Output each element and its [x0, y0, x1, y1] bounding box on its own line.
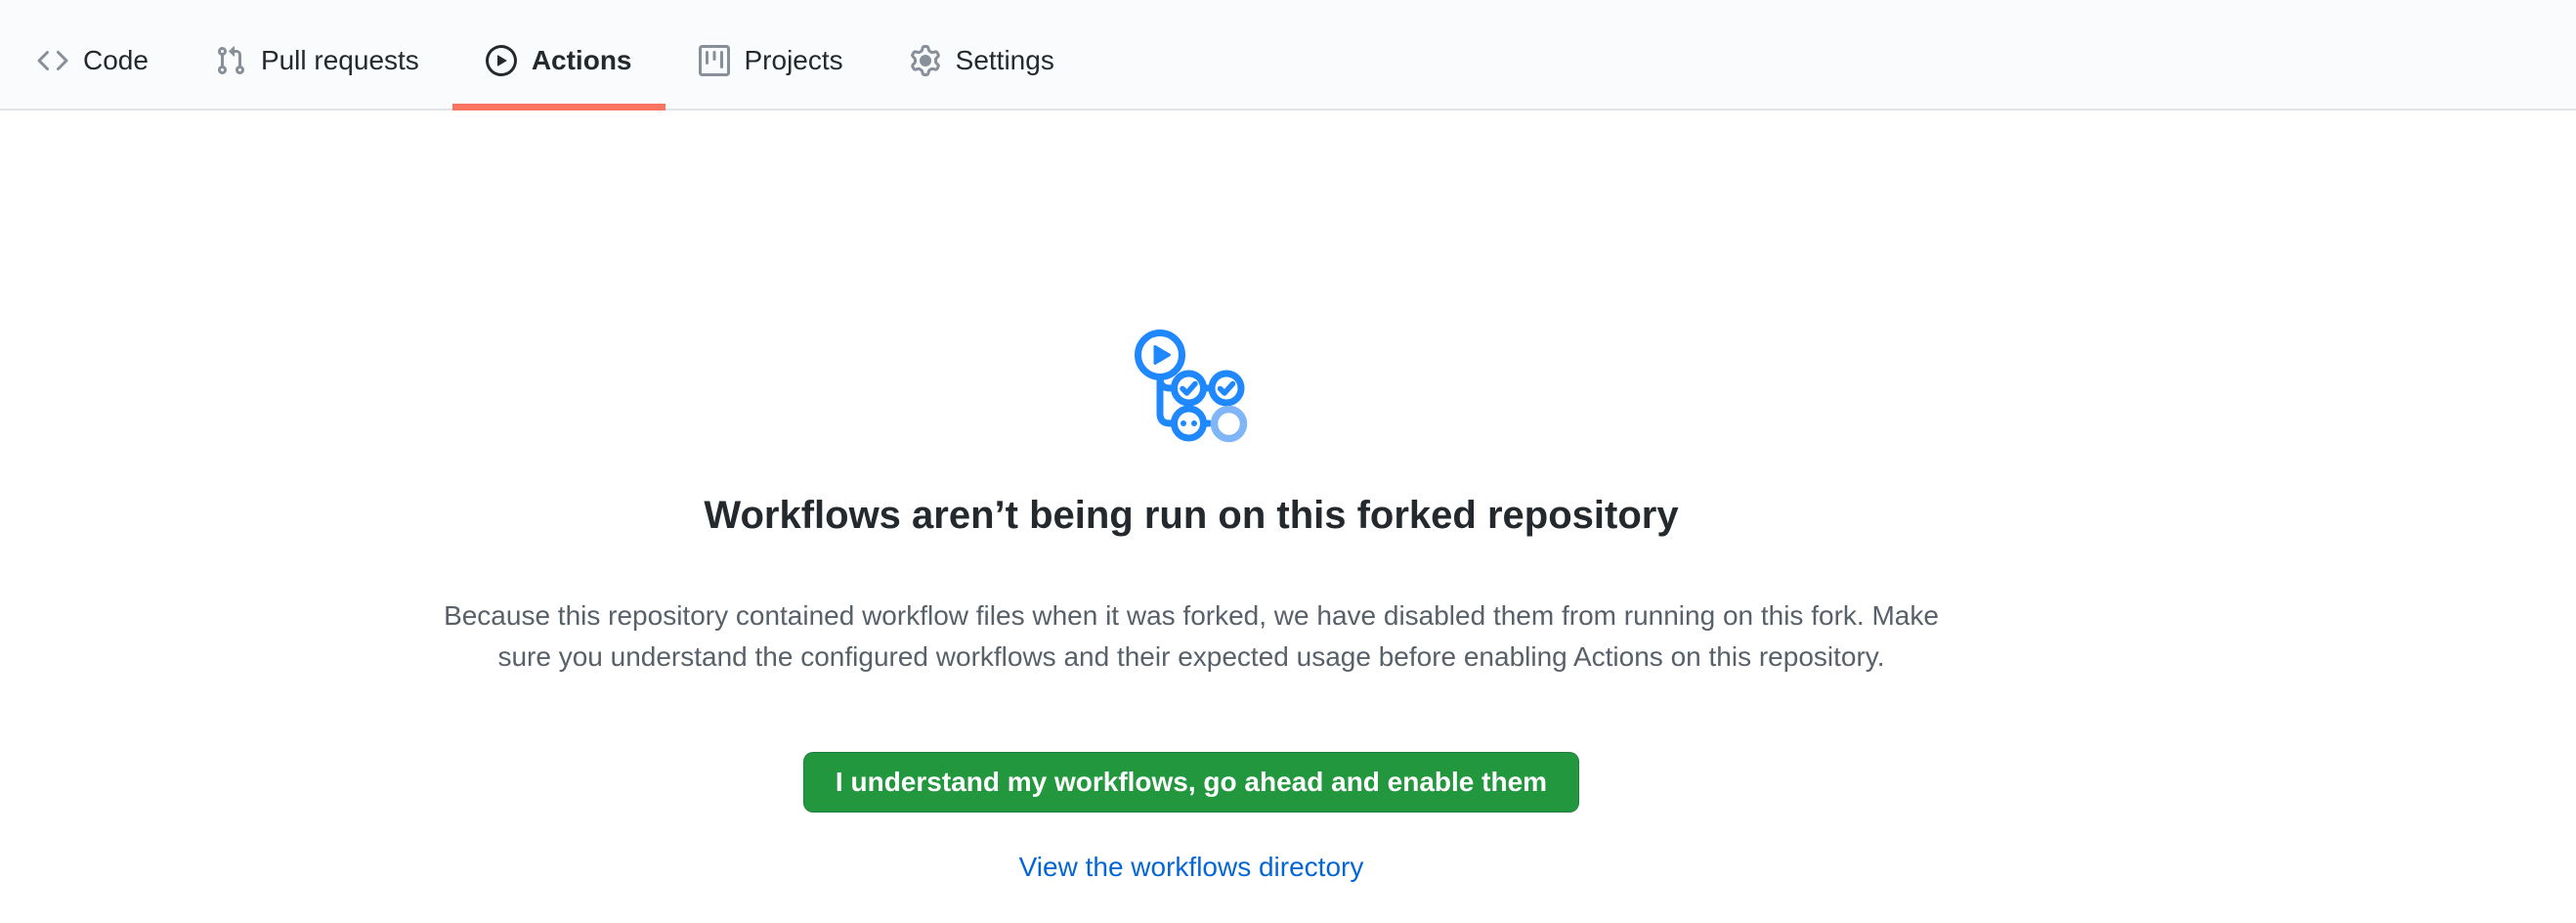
- description-line-2: sure you understand the configured workf…: [497, 641, 1884, 672]
- tab-actions-label: Actions: [532, 47, 632, 74]
- play-icon: [486, 45, 517, 76]
- tab-code[interactable]: Code: [4, 12, 182, 109]
- code-icon: [37, 45, 68, 76]
- blankslate-title: Workflows aren’t being run on this forke…: [704, 492, 1678, 539]
- tab-pull-requests[interactable]: Pull requests: [182, 12, 452, 109]
- view-workflows-directory-link[interactable]: View the workflows directory: [1019, 852, 1364, 883]
- tab-projects-label: Projects: [745, 47, 843, 74]
- tab-settings[interactable]: Settings: [877, 12, 1088, 109]
- actions-blankslate: Workflows aren’t being run on this forke…: [0, 110, 2383, 883]
- tab-projects[interactable]: Projects: [665, 12, 877, 109]
- repo-tab-nav: Code Pull requests Actions Projects Sett…: [0, 0, 2576, 110]
- tab-actions[interactable]: Actions: [452, 12, 665, 109]
- enable-workflows-button[interactable]: I understand my workflows, go ahead and …: [803, 752, 1579, 813]
- tab-pull-requests-label: Pull requests: [261, 47, 419, 74]
- tab-settings-label: Settings: [956, 47, 1054, 74]
- gear-icon: [910, 45, 941, 76]
- description-line-1: Because this repository contained workfl…: [444, 600, 1939, 631]
- tab-code-label: Code: [83, 47, 149, 74]
- workflow-icon: [1134, 330, 1249, 443]
- git-pull-request-icon: [215, 45, 246, 76]
- project-icon: [699, 45, 730, 76]
- blankslate-description: Because this repository contained workfl…: [444, 595, 1939, 678]
